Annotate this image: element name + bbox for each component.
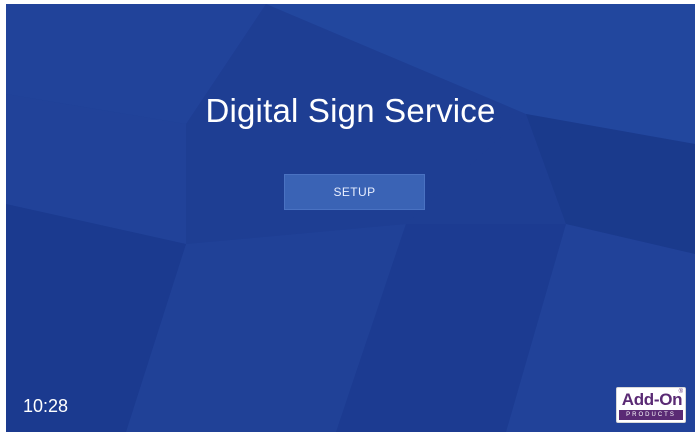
setup-button[interactable]: SETUP: [284, 174, 425, 210]
logo-main-text: Add-On: [621, 390, 683, 409]
clock-time: 10:28: [23, 396, 69, 416]
signage-screen: Digital Sign Service SETUP 10:28 Add-On …: [6, 4, 695, 432]
background-polygons: [6, 4, 695, 432]
brand-logo: Add-On ® PRODUCTS: [616, 387, 686, 423]
app-title: Digital Sign Service: [205, 92, 496, 129]
logo-registered-mark: ®: [678, 389, 683, 395]
logo-sub-text: PRODUCTS: [619, 410, 683, 420]
